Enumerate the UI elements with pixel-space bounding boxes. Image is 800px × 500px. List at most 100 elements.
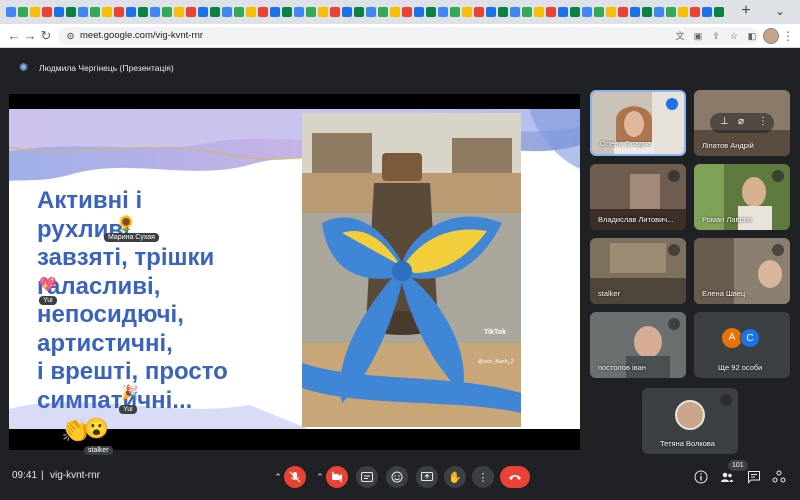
tab-favicon[interactable] <box>102 7 112 17</box>
tab-favicon[interactable] <box>330 7 340 17</box>
tab-favicon[interactable] <box>42 7 52 17</box>
tab-favicon[interactable] <box>210 7 220 17</box>
tab-favicon[interactable] <box>366 7 376 17</box>
tab-favicon[interactable] <box>354 7 364 17</box>
tab-favicon[interactable] <box>594 7 604 17</box>
tab-favicon[interactable] <box>438 7 448 17</box>
tab-favicon[interactable] <box>618 7 628 17</box>
tab-favicon[interactable] <box>678 7 688 17</box>
tab-favicon[interactable] <box>78 7 88 17</box>
tab-favicon[interactable] <box>558 7 568 17</box>
tab-favicon[interactable] <box>582 7 592 17</box>
reactions-button[interactable] <box>386 466 408 488</box>
camera-toggle-button[interactable] <box>326 466 348 488</box>
tab-favicon[interactable] <box>690 7 700 17</box>
tab-favicon[interactable] <box>702 7 712 17</box>
tab-favicon[interactable] <box>606 7 616 17</box>
tab-favicon[interactable] <box>282 7 292 17</box>
tab-favicon[interactable] <box>342 7 352 17</box>
tab-favicon[interactable] <box>534 7 544 17</box>
tab-favicon[interactable] <box>414 7 424 17</box>
tab-favicon[interactable] <box>546 7 556 17</box>
share-icon[interactable]: ⇧ <box>710 30 722 42</box>
people-icon[interactable] <box>720 470 734 484</box>
tile-hover-controls[interactable]: ⊥ ⌀ ⋮ <box>710 113 774 133</box>
tab-favicon[interactable] <box>270 7 280 17</box>
side-panel-icon[interactable]: ◧ <box>746 30 758 42</box>
participant-tile[interactable]: Елена Швец <box>694 238 790 304</box>
tab-favicon[interactable] <box>522 7 532 17</box>
participant-tile[interactable]: ⊥ ⌀ ⋮ Ліпатов Андрій <box>694 90 790 156</box>
tab-favicon[interactable] <box>510 7 520 17</box>
forward-arrow-icon[interactable]: → <box>22 27 38 45</box>
tab-favicon[interactable] <box>294 7 304 17</box>
tab-favicon[interactable] <box>54 7 64 17</box>
tab-favicon[interactable] <box>426 7 436 17</box>
new-tab-button[interactable]: + <box>738 2 754 20</box>
tab-favicon[interactable] <box>714 7 724 17</box>
camera-in-use-icon[interactable]: ▣ <box>692 30 704 42</box>
audio-options-chevron-icon[interactable]: ⌃ <box>272 466 284 488</box>
participant-tile[interactable]: Владислав Литович... <box>590 164 686 230</box>
shared-screen[interactable]: Активні і рухливі, завзяті, трішки галас… <box>9 94 580 455</box>
tab-favicon[interactable] <box>234 7 244 17</box>
tab-favicon[interactable] <box>486 7 496 17</box>
tab-favicon[interactable] <box>30 7 40 17</box>
tab-favicon[interactable] <box>402 7 412 17</box>
more-options-icon[interactable]: ⋮ <box>758 116 768 127</box>
tab-favicon[interactable] <box>390 7 400 17</box>
participant-tile[interactable]: Олена Осадча <box>590 90 686 156</box>
chat-icon[interactable] <box>747 470 761 484</box>
reload-icon[interactable]: ↻ <box>38 27 54 45</box>
address-bar[interactable]: meet.google.com/vig-kvnt-rnr 文 ▣ ⇧ ☆ <box>58 27 758 45</box>
more-participants-tile[interactable]: A C Ще 92 особи <box>694 312 790 378</box>
meeting-info-icon[interactable] <box>694 470 708 484</box>
tab-favicon[interactable] <box>498 7 508 17</box>
pin-icon[interactable]: ⊥ <box>720 116 729 127</box>
tab-favicon[interactable] <box>318 7 328 17</box>
tab-favicon[interactable] <box>162 7 172 17</box>
tab-favicon[interactable] <box>150 7 160 17</box>
tab-favicon[interactable] <box>630 7 640 17</box>
more-options-button[interactable]: ⋮ <box>472 466 494 488</box>
mute-icon[interactable]: ⌀ <box>738 116 744 127</box>
tab-favicon[interactable] <box>90 7 100 17</box>
tab-favicon[interactable] <box>642 7 652 17</box>
tab-favicon[interactable] <box>138 7 148 17</box>
tab-favicon[interactable] <box>570 7 580 17</box>
tab-favicon[interactable] <box>450 7 460 17</box>
participant-tile[interactable]: постолов іван <box>590 312 686 378</box>
participant-tile[interactable]: Тетяна Волкова <box>642 388 738 454</box>
profile-avatar[interactable] <box>763 28 779 44</box>
activities-icon[interactable] <box>772 470 786 484</box>
tab-favicon[interactable] <box>246 7 256 17</box>
captions-button[interactable] <box>356 466 378 488</box>
participant-tile[interactable]: Роман Лавров <box>694 164 790 230</box>
video-options-chevron-icon[interactable]: ⌃ <box>314 466 326 488</box>
tab-favicon[interactable] <box>114 7 124 17</box>
present-now-button[interactable] <box>416 466 438 488</box>
participant-tile[interactable]: stalker <box>590 238 686 304</box>
tab-favicon[interactable] <box>126 7 136 17</box>
tab-favicon[interactable] <box>222 7 232 17</box>
browser-menu-icon[interactable]: ⋮ <box>782 27 794 45</box>
tab-favicon[interactable] <box>378 7 388 17</box>
raise-hand-button[interactable]: ✋ <box>444 466 466 488</box>
tab-favicon[interactable] <box>6 7 16 17</box>
site-info-icon[interactable] <box>66 31 75 41</box>
mic-toggle-button[interactable] <box>284 466 306 488</box>
tab-favicon[interactable] <box>474 7 484 17</box>
tab-favicon[interactable] <box>654 7 664 17</box>
leave-call-button[interactable] <box>500 466 530 488</box>
tab-favicon[interactable] <box>186 7 196 17</box>
tab-favicon[interactable] <box>174 7 184 17</box>
back-arrow-icon[interactable]: ← <box>6 27 22 45</box>
tab-search-chevron-icon[interactable]: ⌄ <box>772 2 788 20</box>
bookmark-star-icon[interactable]: ☆ <box>728 30 740 42</box>
tab-favicon[interactable] <box>66 7 76 17</box>
tab-favicon[interactable] <box>198 7 208 17</box>
tab-favicon[interactable] <box>306 7 316 17</box>
tab-favicon[interactable] <box>666 7 676 17</box>
tab-favicon[interactable] <box>462 7 472 17</box>
tab-favicon[interactable] <box>258 7 268 17</box>
